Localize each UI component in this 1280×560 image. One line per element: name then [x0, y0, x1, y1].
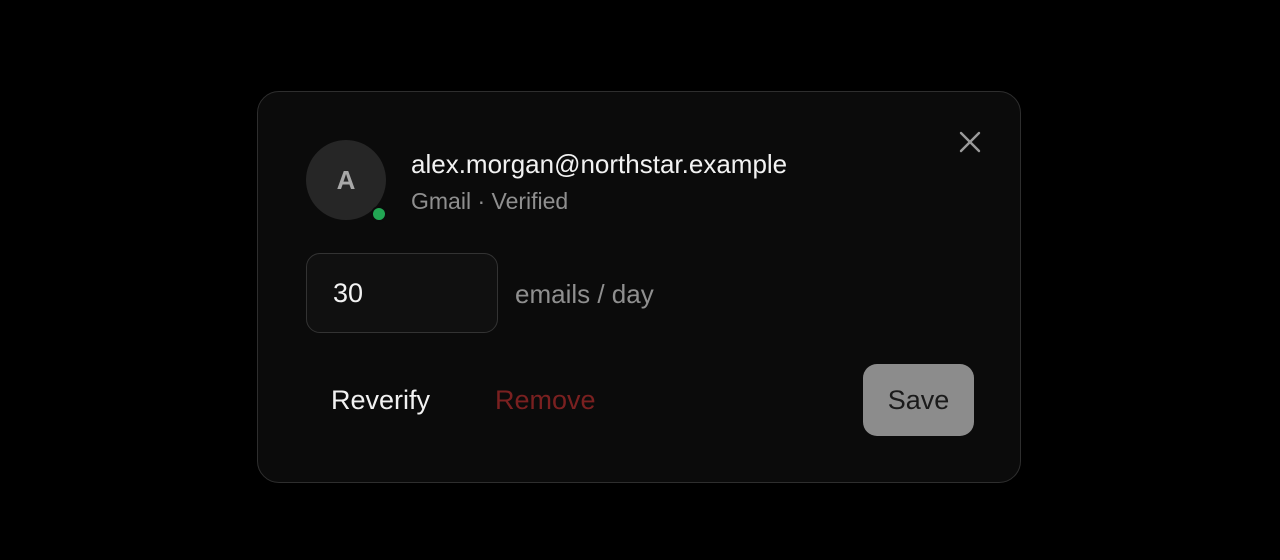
- reverify-button[interactable]: Reverify: [331, 382, 430, 418]
- close-icon: [959, 131, 981, 153]
- save-button[interactable]: Save: [863, 364, 974, 436]
- daily-limit-unit: emails / day: [515, 279, 654, 309]
- avatar: A: [306, 140, 386, 220]
- remove-button[interactable]: Remove: [495, 382, 596, 418]
- avatar-initial: A: [336, 164, 356, 195]
- account-provider-status: Gmail · Verified: [411, 188, 569, 214]
- account-settings-dialog: A alex.morgan@northstar.example Gmail · …: [257, 91, 1021, 483]
- account-email: alex.morgan@northstar.example: [411, 149, 788, 179]
- online-status-dot: [373, 208, 385, 220]
- daily-limit-input[interactable]: [306, 253, 498, 333]
- close-button[interactable]: [956, 128, 984, 156]
